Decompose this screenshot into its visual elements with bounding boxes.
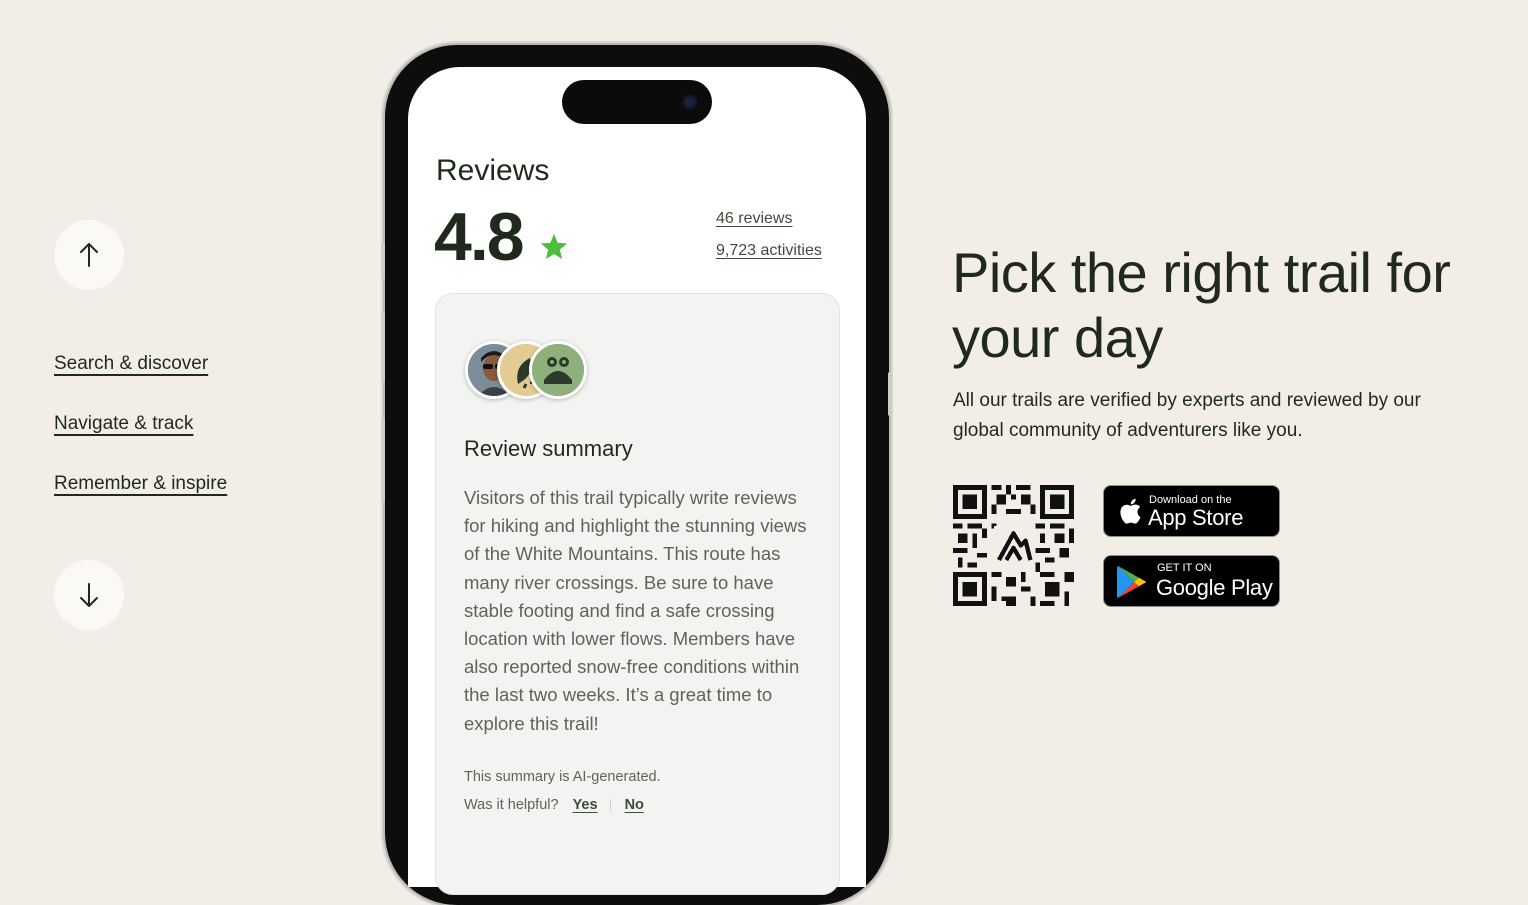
dynamic-island [562, 80, 712, 124]
nav-link-remember-inspire[interactable]: Remember & inspire [54, 473, 227, 495]
app-store-label: App Store [1148, 505, 1244, 530]
feedback-divider [609, 799, 611, 811]
star-icon [540, 233, 568, 259]
helpful-feedback: Was it helpful? Yes No [464, 797, 644, 813]
frog-avatar [529, 341, 587, 399]
google-play-button[interactable]: GET IT ON Google Play [1103, 555, 1280, 607]
google-play-small-text: GET IT ON [1157, 562, 1212, 574]
promo-subtext: All our trails are verified by experts a… [953, 390, 1421, 441]
phone-volume-down-button [381, 418, 385, 502]
activities-count-link[interactable]: 9,723 activities [716, 242, 822, 260]
review-summary-text: Visitors of this trail typically write r… [464, 487, 807, 734]
qr-code-icon[interactable] [953, 485, 1074, 606]
feedback-no-button[interactable]: No [625, 797, 644, 813]
google-play-icon [1117, 566, 1146, 598]
reviews-title: Reviews [436, 154, 550, 187]
phone-side-button [381, 243, 385, 279]
arrow-down-icon [80, 583, 98, 607]
reviews-count-link[interactable]: 46 reviews [716, 210, 792, 228]
rating-value: 4.8 [434, 199, 525, 275]
nav-link-search-discover[interactable]: Search & discover [54, 353, 208, 375]
ai-generated-note: This summary is AI-generated. [464, 769, 661, 785]
review-summary-heading: Review summary [464, 436, 633, 461]
app-store-button[interactable]: Download on the App Store [1103, 485, 1280, 537]
scroll-up-button[interactable] [54, 220, 124, 290]
scroll-down-button[interactable] [54, 560, 124, 630]
google-play-label: Google Play [1156, 575, 1273, 600]
arrow-up-icon [80, 243, 98, 267]
apple-icon [1120, 498, 1141, 524]
nav-link-navigate-track[interactable]: Navigate & track [54, 413, 193, 435]
promo-headline: Pick the right trail for your day [952, 241, 1451, 369]
camera-icon [683, 95, 697, 109]
feedback-yes-button[interactable]: Yes [573, 797, 598, 813]
helpful-prompt: Was it helpful? [464, 797, 559, 813]
phone-power-button [888, 372, 892, 416]
phone-volume-up-button [381, 312, 385, 382]
